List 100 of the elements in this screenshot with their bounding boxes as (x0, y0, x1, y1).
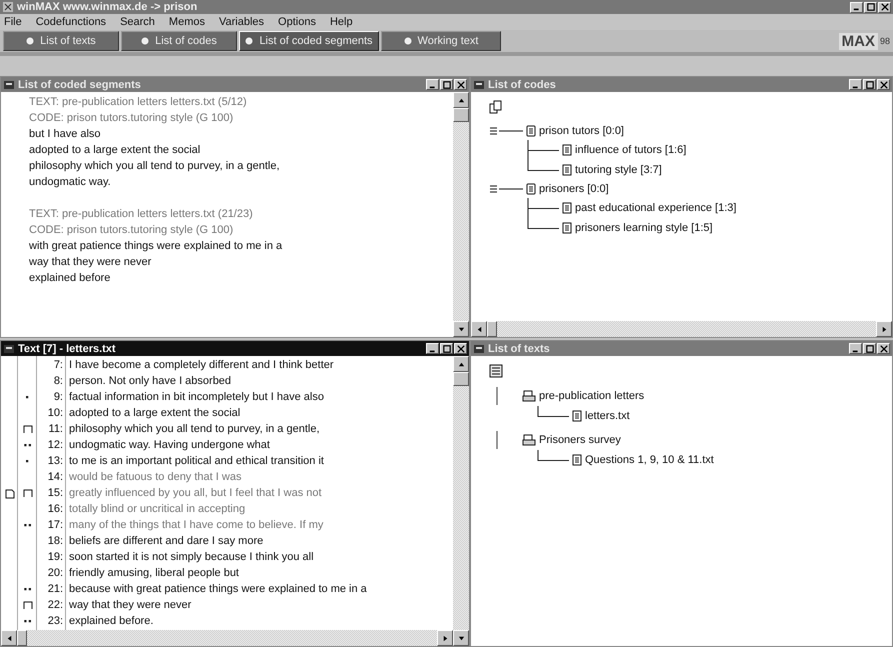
scroll-thumb[interactable] (487, 321, 497, 337)
window-icon (473, 342, 485, 354)
maximize-button[interactable] (863, 79, 876, 90)
text-line: would be fatuous to deny that I was (68, 471, 242, 483)
maximize-button[interactable] (864, 2, 877, 12)
scroll-thumb[interactable] (17, 630, 27, 646)
subcode-item[interactable]: prisoners learning style [1:5] (575, 222, 713, 234)
maximize-icon (866, 80, 874, 88)
text-line: adopted to a large extent the social (68, 407, 240, 419)
close-icon (880, 3, 888, 11)
text-line: factual information in bit incompletely but I have also (68, 391, 324, 403)
code-folder-icon (526, 183, 536, 195)
horizontal-scrollbar[interactable] (471, 321, 892, 337)
toolbar-tab[interactable]: List of coded segments (239, 31, 379, 51)
horizontal-scrollbar[interactable] (1, 630, 453, 646)
expand-toggle-icon[interactable] (489, 184, 523, 194)
close-icon (880, 344, 888, 352)
minimize-button[interactable] (849, 343, 862, 354)
code-marker-icon (22, 524, 32, 526)
segment-header: CODE: prison tutors.tutoring style (G 100) (29, 223, 234, 238)
line-number: 21: (46, 582, 64, 597)
text-line: way that they were never (68, 599, 192, 611)
menu-item[interactable]: Search (120, 16, 155, 28)
toolbar-tab[interactable]: List of texts (3, 31, 119, 51)
vertical-scrollbar[interactable] (453, 92, 469, 337)
scroll-thumb[interactable] (453, 372, 469, 386)
document-icon (572, 410, 582, 422)
subcode-item[interactable]: influence of tutors [1:6] (575, 144, 686, 156)
window-title: winMAX www.winmax.de -> prison (17, 1, 198, 13)
text-line: because with great patience things were explained to me in a (68, 583, 367, 595)
window-icon (3, 342, 15, 354)
minimize-button[interactable] (426, 79, 439, 90)
document-icon (562, 222, 572, 234)
pane-title: Text [7] - letters.txt (18, 342, 116, 354)
text-group-item[interactable]: Prisoners survey (539, 434, 621, 446)
scroll-left-icon (476, 326, 482, 332)
tree-connector-line (537, 450, 569, 461)
pane-title: List of coded segments (18, 78, 141, 90)
menu-item[interactable]: Memos (168, 16, 205, 28)
text-group-icon (522, 434, 536, 446)
line-number: 22: (46, 598, 64, 613)
maximize-button[interactable] (440, 79, 453, 90)
menu-item[interactable]: Options (278, 16, 316, 28)
code-item[interactable]: prisoners [0:0] (539, 183, 609, 195)
text-line: many of the things that I have come to believe. If my (68, 519, 324, 531)
text-line: beliefs are different and dare I say more (68, 535, 264, 547)
segment-header: TEXT: pre-publication letters letters.txt (5/12) (29, 95, 248, 110)
toolbar-tab[interactable]: Working text (381, 31, 501, 51)
code-bracket-icon (22, 601, 32, 609)
minimize-button[interactable] (849, 79, 862, 90)
app-logo: MAX (838, 32, 878, 50)
maximize-icon (866, 3, 874, 11)
text-group-item[interactable]: pre-publication letters (539, 390, 644, 402)
dot-icon (141, 37, 150, 45)
close-button[interactable] (878, 2, 891, 12)
code-marker-icon (22, 588, 32, 590)
text-line: soon started it is not simply because I think you all (68, 551, 314, 563)
minimize-button[interactable] (850, 2, 863, 12)
text-file-item[interactable]: letters.txt (585, 410, 630, 422)
segment-text: undogmatic way. (29, 175, 112, 190)
scroll-thumb[interactable] (453, 108, 469, 122)
close-button[interactable] (454, 79, 467, 90)
vertical-scrollbar[interactable] (453, 356, 469, 646)
subcode-item[interactable]: tutoring style [3:7] (575, 164, 662, 176)
text-line: I have become a completely different and I think better (68, 359, 334, 371)
text-file-item[interactable]: Questions 1, 9, 10 & 11.txt (585, 454, 714, 466)
minimize-button[interactable] (426, 343, 439, 354)
document-icon (562, 164, 572, 176)
maximize-icon (442, 344, 450, 352)
tree-connector-line (537, 406, 569, 417)
text-line: undogmatic way. Having undergone what (68, 439, 270, 451)
expand-toggle-icon[interactable] (489, 126, 523, 136)
code-marker-icon (26, 396, 29, 398)
close-button[interactable] (877, 79, 890, 90)
text-line: greatly influenced by you all, but I feel that I was not (68, 487, 322, 499)
code-bracket-icon (22, 489, 32, 497)
dot-icon (404, 37, 412, 45)
segment-header: CODE: prison tutors.tutoring style (G 100) (29, 111, 234, 126)
text-line: to me is an important political and ethical transition it (68, 455, 324, 467)
code-item[interactable]: prison tutors [0:0] (539, 125, 624, 137)
line-number: 18: (46, 534, 64, 549)
text-group-icon (522, 390, 536, 402)
pane-title: List of texts (488, 342, 550, 354)
maximize-button[interactable] (440, 343, 453, 354)
menu-item[interactable]: Variables (218, 16, 264, 28)
maximize-button[interactable] (863, 343, 876, 354)
document-icon (562, 202, 572, 214)
close-button[interactable] (454, 343, 467, 354)
memo-icon[interactable] (4, 487, 14, 499)
close-button[interactable] (877, 343, 890, 354)
line-number: 9: (52, 390, 64, 405)
scroll-down-icon (458, 634, 464, 642)
menu-item[interactable]: Help (330, 16, 353, 28)
menu-item[interactable]: Codefunctions (36, 16, 106, 28)
scroll-up-icon (458, 360, 464, 368)
window-icon (473, 78, 485, 90)
line-number: 12: (46, 438, 64, 453)
menu-item[interactable]: File (4, 16, 22, 28)
toolbar-tab[interactable]: List of codes (121, 31, 237, 51)
subcode-item[interactable]: past educational experience [1:3] (575, 202, 736, 214)
